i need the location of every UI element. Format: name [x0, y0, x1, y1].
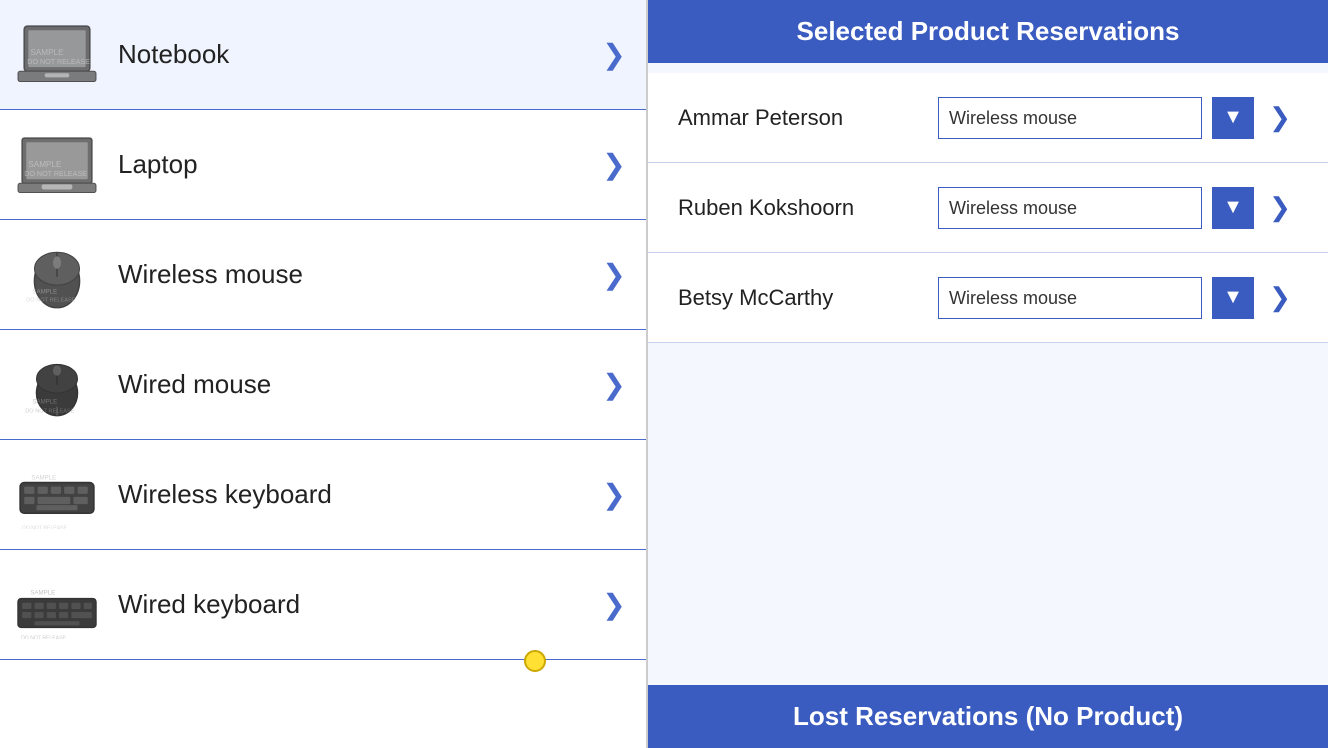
select-wrapper-betsy: Wireless mouseWired mouseLaptopNotebook … [938, 277, 1254, 319]
product-item-notebook[interactable]: SAMPLE DO NOT RELEASE Notebook ❯ [0, 0, 646, 110]
chevron-right-icon: ❯ [598, 369, 630, 401]
product-label-wired-mouse: Wired mouse [98, 369, 598, 400]
row-chevron-ruben[interactable]: ❯ [1262, 190, 1298, 226]
product-label-laptop: Laptop [98, 149, 598, 180]
svg-text:SAMPLE: SAMPLE [30, 589, 55, 596]
product-select-ammar[interactable]: Wireless mouseWired mouseLaptopNotebook [938, 97, 1202, 139]
product-item-wireless-mouse[interactable]: SAMPLE DO NOT RELEASE Wireless mouse ❯ [0, 220, 646, 330]
chevron-right-icon: ❯ [598, 589, 630, 621]
product-label-notebook: Notebook [98, 39, 598, 70]
laptop-icon: SAMPLE DO NOT RELEASE [16, 129, 98, 201]
product-item-wired-mouse[interactable]: SAMPLE DO NOT RELEASE Wired mouse ❯ [0, 330, 646, 440]
svg-text:DO NOT RELEASE: DO NOT RELEASE [22, 525, 67, 529]
chevron-right-icon: ❯ [598, 259, 630, 291]
svg-text:DO NOT RELEASE: DO NOT RELEASE [27, 58, 90, 66]
notebook-icon: SAMPLE DO NOT RELEASE [16, 19, 98, 91]
svg-text:SAMPLE: SAMPLE [30, 48, 64, 57]
chevron-right-icon: ❯ [598, 39, 630, 71]
svg-text:DO NOT RELEASE: DO NOT RELEASE [21, 635, 66, 639]
product-label-wireless-keyboard: Wireless keyboard [98, 479, 598, 510]
svg-text:DO NOT RELEASE: DO NOT RELEASE [26, 297, 76, 303]
lost-header: Lost Reservations (No Product) [648, 685, 1328, 748]
product-label-wireless-mouse: Wireless mouse [98, 259, 598, 290]
svg-text:SAMPLE: SAMPLE [32, 288, 57, 295]
svg-text:DO NOT RELEASE: DO NOT RELEASE [25, 408, 75, 414]
reservation-name-ruben: Ruben Kokshoorn [678, 195, 938, 221]
wdkeyboard-icon: SAMPLE DO NOT RELEASE [16, 569, 98, 641]
select-arrow-ammar[interactable]: ▼ [1212, 97, 1254, 139]
product-select-ruben[interactable]: Wireless mouseWired mouseLaptopNotebook [938, 187, 1202, 229]
wkeyboard-icon: SAMPLE DO NOT RELEASE [16, 459, 98, 531]
svg-text:SAMPLE: SAMPLE [28, 160, 62, 169]
reservation-name-betsy: Betsy McCarthy [678, 285, 938, 311]
select-arrow-betsy[interactable]: ▼ [1212, 277, 1254, 319]
product-item-wireless-keyboard[interactable]: SAMPLE DO NOT RELEASE Wireless keyboard … [0, 440, 646, 550]
select-wrapper-ammar: Wireless mouseWired mouseLaptopNotebook … [938, 97, 1254, 139]
reservation-row-ammar: Ammar Peterson Wireless mouseWired mouse… [648, 73, 1328, 163]
svg-text:SAMPLE: SAMPLE [31, 474, 56, 481]
select-wrapper-ruben: Wireless mouseWired mouseLaptopNotebook … [938, 187, 1254, 229]
wdmouse-icon: SAMPLE DO NOT RELEASE [16, 349, 98, 421]
svg-text:DO NOT RELEASE: DO NOT RELEASE [24, 170, 87, 178]
product-select-betsy[interactable]: Wireless mouseWired mouseLaptopNotebook [938, 277, 1202, 319]
row-chevron-betsy[interactable]: ❯ [1262, 280, 1298, 316]
svg-text:SAMPLE: SAMPLE [32, 398, 57, 405]
product-item-laptop[interactable]: SAMPLE DO NOT RELEASE Laptop ❯ [0, 110, 646, 220]
reservation-name-ammar: Ammar Peterson [678, 105, 938, 131]
row-chevron-ammar[interactable]: ❯ [1262, 100, 1298, 136]
product-list: SAMPLE DO NOT RELEASE Notebook ❯ SAMPLE … [0, 0, 648, 748]
wmouse-icon: SAMPLE DO NOT RELEASE [16, 239, 98, 311]
reservation-row-ruben: Ruben Kokshoorn Wireless mouseWired mous… [648, 163, 1328, 253]
select-arrow-ruben[interactable]: ▼ [1212, 187, 1254, 229]
product-item-wired-keyboard[interactable]: SAMPLE DO NOT RELEASE Wired keyboard ❯ [0, 550, 646, 660]
right-panel: Selected Product Reservations Ammar Pete… [648, 0, 1328, 748]
chevron-right-icon: ❯ [598, 149, 630, 181]
selected-header: Selected Product Reservations [648, 0, 1328, 63]
chevron-right-icon: ❯ [598, 479, 630, 511]
reservations-list: Ammar Peterson Wireless mouseWired mouse… [648, 63, 1328, 665]
reservation-row-betsy: Betsy McCarthy Wireless mouseWired mouse… [648, 253, 1328, 343]
product-label-wired-keyboard: Wired keyboard [98, 589, 598, 620]
